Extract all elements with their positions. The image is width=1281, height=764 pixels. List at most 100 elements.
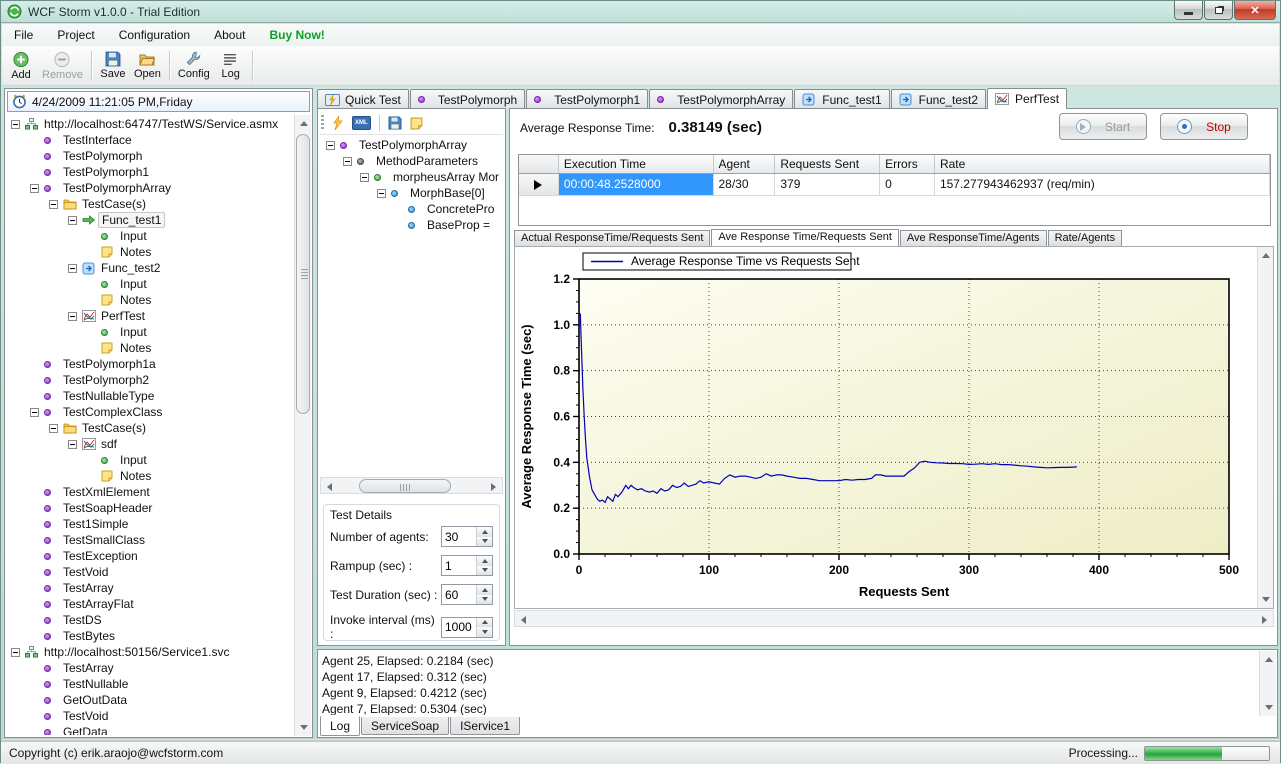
service-tree-item[interactable]: Notes — [7, 292, 293, 308]
grid-cell[interactable]: 379 — [775, 174, 880, 195]
notes-icon[interactable] — [410, 117, 423, 130]
service-tree-item[interactable]: Input — [7, 228, 293, 244]
parameters-hscrollbar[interactable] — [320, 477, 503, 494]
collapse-icon[interactable] — [68, 216, 77, 225]
spin-up-icon[interactable] — [477, 618, 492, 628]
spinner-invoke-interval-ms[interactable] — [441, 617, 493, 638]
restore-button[interactable] — [1204, 1, 1233, 20]
collapse-icon[interactable] — [49, 424, 58, 433]
service-tree-item[interactable]: TestArrayFlat — [7, 596, 293, 612]
spinner-input[interactable] — [442, 556, 476, 575]
menu-about[interactable]: About — [202, 25, 257, 45]
service-tree-item[interactable]: Input — [7, 452, 293, 468]
chart-tab-ave-responsetime-agents[interactable]: Ave ResponseTime/Agents — [900, 230, 1047, 246]
grid-col-agent[interactable]: Agent — [714, 155, 776, 173]
stop-button[interactable]: Stop — [1160, 113, 1248, 140]
tab-perftest[interactable]: PerfTest — [987, 88, 1067, 109]
log-tab-log[interactable]: Log — [320, 716, 360, 736]
spin-up-icon[interactable] — [477, 585, 492, 595]
param-tree-item[interactable]: ConcretePro — [322, 201, 503, 217]
tab-func-test1[interactable]: Func_test1 — [794, 89, 889, 109]
service-tree-item[interactable]: TestDS — [7, 612, 293, 628]
spin-down-icon[interactable] — [477, 627, 492, 637]
service-tree-item[interactable]: TestArray — [7, 660, 293, 676]
tab-testpolymorph[interactable]: TestPolymorph — [410, 89, 525, 109]
service-tree-item[interactable]: TestXmlElement — [7, 484, 293, 500]
chart-tab-rate-agents[interactable]: Rate/Agents — [1048, 230, 1123, 246]
minimize-button[interactable] — [1174, 1, 1203, 20]
chart-hscrollbar[interactable] — [514, 610, 1274, 627]
service-tree-item[interactable]: TestException — [7, 548, 293, 564]
spin-down-icon[interactable] — [477, 537, 492, 547]
grid-col-requests-sent[interactable]: Requests Sent — [775, 155, 880, 173]
spin-down-icon[interactable] — [477, 566, 492, 576]
param-tree-item[interactable]: TestPolymorphArray — [322, 137, 503, 153]
service-tree-item[interactable]: http://localhost:64747/TestWS/Service.as… — [7, 116, 293, 132]
grid-cell[interactable]: 0 — [880, 174, 935, 195]
grid-col-rate[interactable]: Rate — [935, 155, 1270, 173]
tab-testpolymorph1[interactable]: TestPolymorph1 — [526, 89, 648, 109]
collapse-icon[interactable] — [30, 184, 39, 193]
grid-cell[interactable]: 28/30 — [714, 174, 776, 195]
spin-up-icon[interactable] — [477, 527, 492, 537]
log-tab-iservice1[interactable]: IService1 — [450, 717, 520, 735]
log-output[interactable]: Agent 25, Elapsed: 0.2184 (sec)Agent 17,… — [322, 653, 1257, 715]
spinner-input[interactable] — [442, 585, 476, 604]
save-button[interactable]: Save — [96, 48, 130, 84]
xml-view-icon[interactable]: XML — [352, 116, 371, 130]
config-button[interactable]: Config — [174, 48, 214, 84]
collapse-icon[interactable] — [68, 312, 77, 321]
spinner-test-duration-sec[interactable] — [441, 584, 493, 605]
param-tree-item[interactable]: MethodParameters — [322, 153, 503, 169]
grid-col-errors[interactable]: Errors — [880, 155, 935, 173]
service-tree-item[interactable]: TestVoid — [7, 708, 293, 724]
service-tree-item[interactable]: TestArray — [7, 580, 293, 596]
service-tree-item[interactable]: Input — [7, 324, 293, 340]
service-tree-item[interactable]: PerfTest — [7, 308, 293, 324]
collapse-icon[interactable] — [326, 141, 335, 150]
service-tree-item[interactable]: Func_test1 — [7, 212, 293, 228]
service-tree-item[interactable]: TestSmallClass — [7, 532, 293, 548]
param-tree-item[interactable]: morpheusArray Mor — [322, 169, 503, 185]
service-tree-item[interactable]: Notes — [7, 244, 293, 260]
menu-buy-now[interactable]: Buy Now! — [257, 25, 336, 45]
service-tree-item[interactable]: TestNullable — [7, 676, 293, 692]
spin-down-icon[interactable] — [477, 595, 492, 605]
service-tree-item[interactable]: Input — [7, 276, 293, 292]
log-vscrollbar[interactable] — [1259, 651, 1276, 716]
collapse-icon[interactable] — [377, 189, 386, 198]
chart-vscrollbar[interactable] — [1257, 247, 1273, 608]
service-tree-item[interactable]: TestPolymorphArray — [7, 180, 293, 196]
service-tree-item[interactable]: TestPolymorph2 — [7, 372, 293, 388]
service-tree-item[interactable]: Test1Simple — [7, 516, 293, 532]
menu-project[interactable]: Project — [45, 25, 106, 45]
service-tree-item[interactable]: GetData — [7, 724, 293, 735]
service-tree-item[interactable]: http://localhost:50156/Service1.svc — [7, 644, 293, 660]
chart-tab-actual-responsetime-requests-sent[interactable]: Actual ResponseTime/Requests Sent — [514, 230, 710, 246]
service-tree-item[interactable]: TestSoapHeader — [7, 500, 293, 516]
service-tree-item[interactable]: TestCase(s) — [7, 196, 293, 212]
collapse-icon[interactable] — [360, 173, 369, 182]
service-tree-scrollbar[interactable] — [294, 115, 311, 736]
spin-up-icon[interactable] — [477, 556, 492, 566]
grid-cell[interactable]: 00:00:48.2528000 — [559, 174, 714, 195]
service-tree-item[interactable]: TestInterface — [7, 132, 293, 148]
collapse-icon[interactable] — [68, 440, 77, 449]
start-button[interactable]: Start — [1059, 113, 1147, 140]
service-tree-item[interactable]: TestComplexClass — [7, 404, 293, 420]
run-bolt-icon[interactable] — [332, 116, 344, 130]
spinner-rampup-sec[interactable] — [441, 555, 493, 576]
service-tree-item[interactable]: TestPolymorph1a — [7, 356, 293, 372]
collapse-icon[interactable] — [30, 408, 39, 417]
service-tree-item[interactable]: TestVoid — [7, 564, 293, 580]
spinner-number-of-agents[interactable] — [441, 526, 493, 547]
collapse-icon[interactable] — [11, 648, 20, 657]
grid-cell[interactable]: 157.277943462937 (req/min) — [935, 174, 1270, 195]
service-tree-item[interactable]: GetOutData — [7, 692, 293, 708]
row-selector[interactable] — [519, 174, 559, 195]
param-tree-item[interactable]: BaseProp = — [322, 217, 503, 233]
collapse-icon[interactable] — [11, 120, 20, 129]
service-tree-item[interactable]: sdf — [7, 436, 293, 452]
collapse-icon[interactable] — [343, 157, 352, 166]
menu-file[interactable]: File — [2, 25, 45, 45]
